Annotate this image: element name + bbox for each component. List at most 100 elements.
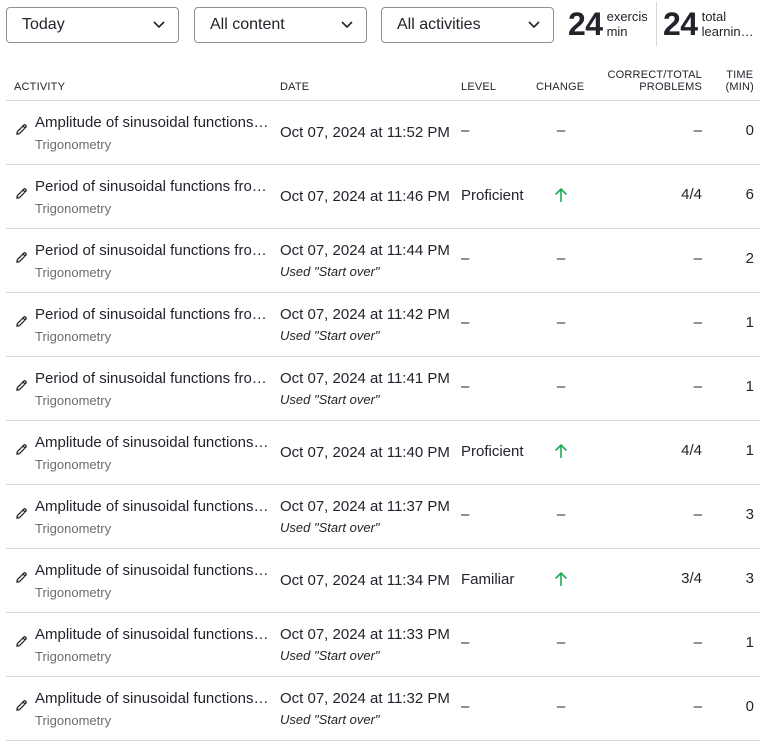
activity-subject: Trigonometry <box>35 713 112 728</box>
correct-total-value: – <box>693 698 702 715</box>
table-row[interactable]: Amplitude of sinusoidal functions from e… <box>6 677 760 741</box>
activity-title-link[interactable]: Amplitude of sinusoidal functions from e… <box>35 690 271 708</box>
activity-value: All activities <box>397 16 481 33</box>
table-row[interactable]: Amplitude of sinusoidal functions from e… <box>6 613 760 677</box>
arrow-up-icon <box>554 443 568 458</box>
activity-date: Oct 07, 2024 at 11:52 PM <box>280 124 450 141</box>
header-correct-total-line-1: Correct/Total <box>607 69 702 81</box>
correct-total-value: – <box>693 506 702 523</box>
activity-subject: Trigonometry <box>35 329 112 344</box>
change-indicator: – <box>556 250 566 267</box>
mastery-level: – <box>461 634 470 651</box>
header-correct-total: Correct/Total Problems <box>608 69 702 93</box>
activity-subject: Trigonometry <box>35 521 112 536</box>
mastery-level: Familiar <box>461 571 515 588</box>
exercise-minutes-value: 24 <box>568 6 603 42</box>
mastery-level: – <box>461 314 470 331</box>
change-indicator: – <box>556 506 566 523</box>
correct-total-value: – <box>693 250 702 267</box>
header-time-line-1: Time <box>726 69 754 81</box>
correct-total-value: – <box>693 122 702 139</box>
activity-subject: Trigonometry <box>35 201 112 216</box>
table-row[interactable]: Period of sinusoidal functions from equa… <box>6 293 760 357</box>
mastery-level: – <box>461 378 470 395</box>
table-row[interactable]: Period of sinusoidal functions from equa… <box>6 165 760 229</box>
start-over-note: Used "Start over" <box>280 328 380 343</box>
exercise-label-line-2: min <box>606 24 628 39</box>
activity-subject: Trigonometry <box>35 649 112 664</box>
arrow-up-icon <box>554 187 568 202</box>
activity-title-link[interactable]: Amplitude of sinusoidal functions from e… <box>35 562 271 580</box>
activity-subject: Trigonometry <box>35 137 112 152</box>
total-learning-value: 24 <box>663 6 698 42</box>
header-time: Time (min) <box>726 69 755 93</box>
table-row[interactable]: Amplitude of sinusoidal functions from e… <box>6 101 760 165</box>
correct-total-value: – <box>693 314 702 331</box>
activity-title-link[interactable]: Amplitude of sinusoidal functions from e… <box>35 434 271 452</box>
change-indicator: – <box>556 122 566 139</box>
pencil-icon <box>16 316 27 327</box>
pencil-icon <box>16 380 27 391</box>
content-select[interactable]: All content <box>194 7 367 43</box>
chevron-down-icon <box>153 21 165 29</box>
start-over-note: Used "Start over" <box>280 520 380 535</box>
pencil-icon <box>16 700 27 711</box>
time-minutes-value: 3 <box>745 570 754 587</box>
activity-date: Oct 07, 2024 at 11:33 PM <box>280 626 450 643</box>
activity-date: Oct 07, 2024 at 11:42 PM <box>280 306 450 323</box>
table-row[interactable]: Period of sinusoidal functions from equa… <box>6 229 760 293</box>
activity-table: Activity Date Level Change Correct/Total… <box>6 64 760 741</box>
activity-date: Oct 07, 2024 at 11:44 PM <box>280 242 450 259</box>
time-minutes-value: 6 <box>745 186 754 203</box>
chevron-down-icon <box>528 21 540 29</box>
pencil-icon <box>16 508 27 519</box>
header-change: Change <box>536 81 585 93</box>
content-value: All content <box>210 16 285 33</box>
change-indicator <box>552 186 570 203</box>
time-minutes-value: 1 <box>745 314 754 331</box>
header-level: Level <box>461 81 497 93</box>
activity-title-link[interactable]: Amplitude of sinusoidal functions from e… <box>35 498 271 516</box>
start-over-note: Used "Start over" <box>280 392 380 407</box>
correct-total-value: 3/4 <box>681 570 702 587</box>
pencil-icon <box>16 252 27 263</box>
total-learning-label: total learning... <box>702 9 758 39</box>
activity-date: Oct 07, 2024 at 11:37 PM <box>280 498 450 515</box>
activity-select[interactable]: All activities <box>381 7 554 43</box>
time-minutes-value: 2 <box>745 250 754 267</box>
correct-total-value: 4/4 <box>681 442 702 459</box>
activity-date: Oct 07, 2024 at 11:34 PM <box>280 572 450 589</box>
date-range-select[interactable]: Today <box>6 7 179 43</box>
activity-subject: Trigonometry <box>35 393 112 408</box>
activity-title-link[interactable]: Amplitude of sinusoidal functions from e… <box>35 114 271 132</box>
table-row[interactable]: Amplitude of sinusoidal functions from e… <box>6 549 760 613</box>
correct-total-value: – <box>693 378 702 395</box>
arrow-up-icon <box>554 571 568 586</box>
start-over-note: Used "Start over" <box>280 264 380 279</box>
mastery-level: – <box>461 506 470 523</box>
time-minutes-value: 1 <box>745 442 754 459</box>
time-minutes-value: 0 <box>745 122 754 139</box>
activity-date: Oct 07, 2024 at 11:46 PM <box>280 188 450 205</box>
header-correct-total-line-2: Problems <box>639 81 702 93</box>
activity-title-link[interactable]: Period of sinusoidal functions from equa… <box>35 178 271 196</box>
table-body: Amplitude of sinusoidal functions from e… <box>6 101 760 741</box>
activity-date: Oct 07, 2024 at 11:40 PM <box>280 444 450 461</box>
pencil-icon <box>16 188 27 199</box>
activity-title-link[interactable]: Period of sinusoidal functions from equa… <box>35 370 271 388</box>
activity-date: Oct 07, 2024 at 11:41 PM <box>280 370 450 387</box>
pencil-icon <box>16 636 27 647</box>
table-row[interactable]: Amplitude of sinusoidal functions from e… <box>6 485 760 549</box>
total-label-line-2: learning... <box>701 24 758 39</box>
date-range-value: Today <box>22 16 65 33</box>
pencil-icon <box>16 572 27 583</box>
table-row[interactable]: Amplitude of sinusoidal functions from e… <box>6 421 760 485</box>
activity-title-link[interactable]: Period of sinusoidal functions from equa… <box>35 306 271 324</box>
table-header: Activity Date Level Change Correct/Total… <box>6 64 760 101</box>
activity-title-link[interactable]: Period of sinusoidal functions from equa… <box>35 242 271 260</box>
activity-title-link[interactable]: Amplitude of sinusoidal functions from e… <box>35 626 271 644</box>
mastery-level: Proficient <box>461 187 524 204</box>
mastery-level: – <box>461 250 470 267</box>
change-indicator <box>552 570 570 587</box>
table-row[interactable]: Period of sinusoidal functions from equa… <box>6 357 760 421</box>
